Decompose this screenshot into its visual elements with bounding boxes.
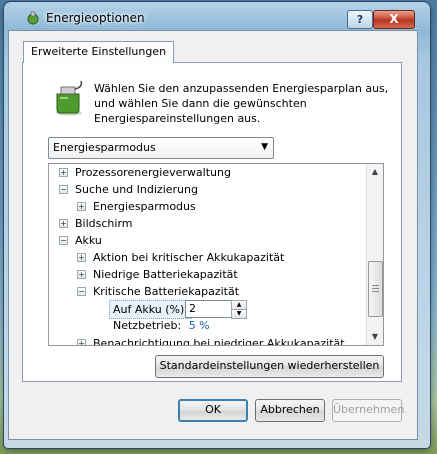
- tree-item-label: Bildschirm: [75, 217, 133, 230]
- tree-item-prozessor[interactable]: + Prozessorenergieverwaltung: [59, 164, 231, 181]
- tree-item-aktion-kritisch[interactable]: + Aktion bei kritischer Akkukapazität: [77, 249, 284, 266]
- expand-icon[interactable]: +: [77, 202, 86, 211]
- tree-item-label: Kritische Batteriekapazität: [93, 285, 240, 298]
- tree-item-label: Niedrige Batteriekapazität: [93, 268, 238, 281]
- setting-plugged-in-label: Netzbetrieb:: [113, 319, 182, 332]
- cancel-button[interactable]: Abbrechen: [255, 399, 325, 422]
- tree-scrollbar[interactable]: ▲ ▼: [366, 164, 383, 345]
- tree-item-suche[interactable]: − Suche und Indizierung: [59, 181, 198, 198]
- expand-icon[interactable]: +: [59, 168, 68, 177]
- tree-item-kritische-kapazitaet[interactable]: − Kritische Batteriekapazität: [77, 283, 239, 300]
- scrollbar-thumb[interactable]: [368, 261, 383, 317]
- window-title: Energieoptionen: [46, 11, 145, 25]
- restore-defaults-button[interactable]: Standardeinstellungen wiederherstellen: [155, 355, 384, 378]
- tree-item-niedrige-kapazitaet[interactable]: + Niedrige Batteriekapazität: [77, 266, 238, 283]
- apply-button[interactable]: Übernehmen: [332, 399, 404, 422]
- tree-item-benachrichtigung[interactable]: + Benachrichtigung bei niedriger Akkukap…: [77, 335, 345, 346]
- tab-advanced-settings[interactable]: Erweiterte Einstellungen: [23, 41, 175, 63]
- tree-item-label: Benachrichtigung bei niedriger Akkukapaz…: [93, 337, 345, 346]
- spin-down-arrow-icon[interactable]: ▼: [231, 309, 247, 319]
- grip-line: [372, 291, 379, 292]
- expand-icon[interactable]: +: [59, 219, 68, 228]
- tree-item-bildschirm[interactable]: + Bildschirm: [59, 215, 133, 232]
- expand-icon[interactable]: +: [77, 253, 86, 262]
- collapse-icon[interactable]: −: [59, 185, 68, 194]
- tree-item-akku[interactable]: − Akku: [59, 232, 102, 249]
- grip-line: [372, 288, 379, 289]
- collapse-icon[interactable]: −: [59, 236, 68, 245]
- settings-tree[interactable]: + Prozessorenergieverwaltung − Suche und…: [48, 163, 384, 346]
- power-plan-icon: [56, 80, 83, 116]
- tree-item-label: Akku: [75, 234, 102, 247]
- ok-button[interactable]: OK: [178, 399, 248, 422]
- power-plan-select-value: Energiesparmodus: [53, 141, 156, 154]
- expand-icon[interactable]: +: [77, 270, 86, 279]
- tree-item-label: Suche und Indizierung: [75, 183, 198, 196]
- intro-text: Wählen Sie den anzupassenden Energiespar…: [94, 82, 389, 125]
- setting-plugged-in-value[interactable]: 5 %: [189, 319, 210, 332]
- power-plan-select[interactable]: Energiesparmodus ▼: [48, 137, 274, 159]
- help-button[interactable]: ?: [347, 10, 373, 29]
- expand-icon[interactable]: +: [77, 339, 86, 345]
- tree-item-label: Energiesparmodus: [93, 200, 196, 213]
- tree-item-energiesparmodus[interactable]: + Energiesparmodus: [77, 198, 196, 215]
- chevron-down-icon: ▼: [261, 142, 268, 152]
- title-bar[interactable]: Energieoptionen ? X: [4, 2, 430, 30]
- close-button[interactable]: X: [373, 10, 415, 29]
- tree-item-label: Prozessorenergieverwaltung: [75, 166, 231, 179]
- grip-line: [372, 285, 379, 286]
- scroll-down-arrow-icon[interactable]: ▼: [367, 329, 383, 345]
- tree-item-label: Aktion bei kritischer Akkukapazität: [93, 251, 285, 264]
- setting-plugged-in-row[interactable]: Netzbetrieb: 5 %: [113, 317, 210, 334]
- collapse-icon[interactable]: −: [77, 287, 86, 296]
- energy-app-icon: [27, 11, 39, 25]
- battery-percent-input[interactable]: 2: [185, 300, 234, 318]
- scroll-up-arrow-icon[interactable]: ▲: [367, 164, 383, 180]
